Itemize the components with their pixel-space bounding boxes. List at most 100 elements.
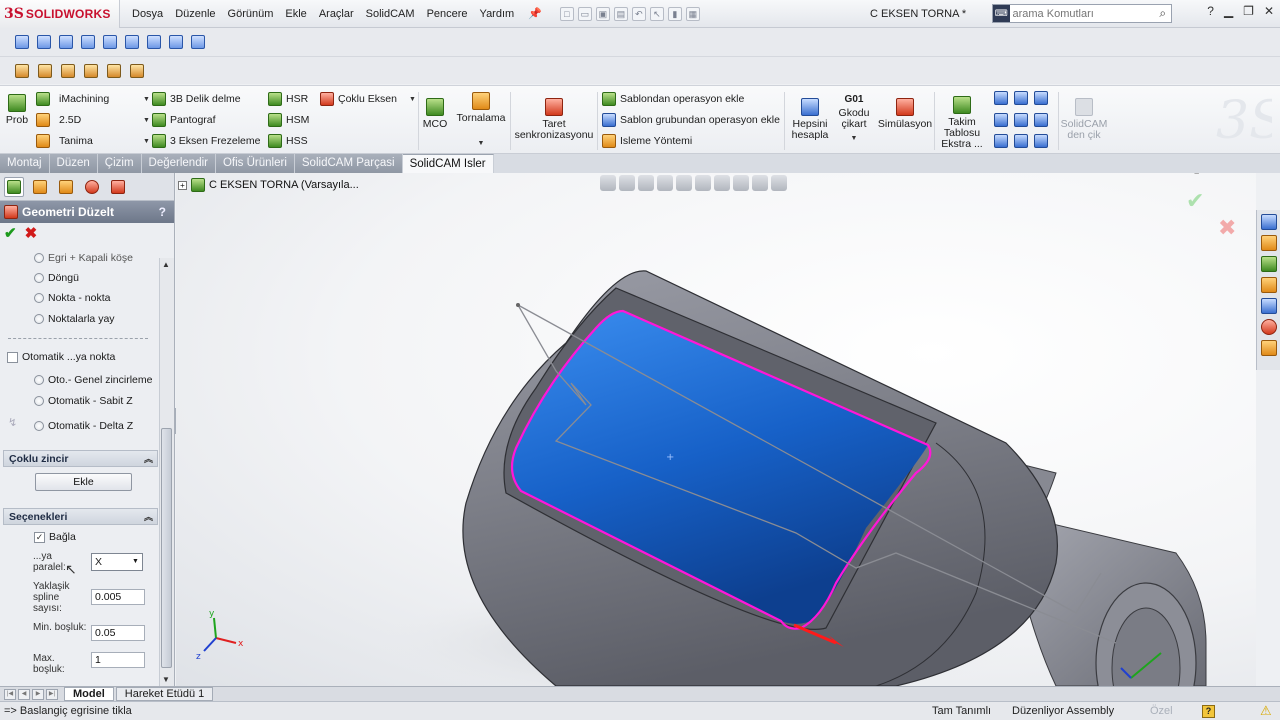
tab-ofis-urunleri[interactable]: Ofis Ürünleri — [215, 154, 295, 173]
design-library-icon[interactable] — [1260, 256, 1277, 272]
configuration-manager-tab[interactable] — [56, 177, 76, 197]
settings-icon[interactable] — [12, 61, 32, 81]
appearances-icon[interactable] — [1260, 319, 1277, 335]
first-tab-icon[interactable]: |◀ — [4, 688, 16, 700]
3-eksen-frezeleme-button[interactable]: 3 Eksen Frezeleme — [152, 134, 260, 148]
chevron-down-icon[interactable]: ▼ — [143, 138, 150, 145]
tab-solidcam-parcasi[interactable]: SolidCAM Parçasi — [294, 154, 403, 173]
checkbox[interactable] — [7, 351, 18, 363]
help-button[interactable]: ? — [159, 205, 166, 219]
post-icon[interactable] — [127, 61, 147, 81]
wrench-icon[interactable] — [35, 61, 55, 81]
status-units[interactable]: Özel — [1150, 705, 1173, 717]
radio-button[interactable] — [34, 421, 44, 431]
save-icon[interactable]: ▣ — [595, 6, 610, 21]
radio-button[interactable] — [34, 273, 44, 283]
hepsini-hesapla-button[interactable]: Hepsini hesapla — [788, 98, 832, 141]
solidcam-den-cik-button[interactable]: SolidCAM den çik — [1060, 98, 1108, 141]
ok-check-icon[interactable]: ✔ — [4, 224, 17, 242]
radio-button[interactable] — [34, 314, 44, 324]
view-dimetric-icon[interactable] — [166, 32, 186, 52]
chevron-down-icon[interactable]: ▼ — [478, 138, 485, 149]
graphics-viewport[interactable]: + C EKSEN TORNA (Varsayıla... ▭ ▯ ❐ ✕ — [176, 173, 1256, 686]
bagla-checkbox[interactable]: ✓ Bağla — [34, 531, 76, 543]
confirm-corner-ok-icon[interactable]: ✔ — [1186, 189, 1204, 214]
status-help-icon[interactable]: ? — [1202, 704, 1215, 718]
sablon-grubundan-operasyon-ekle-button[interactable]: Sablon grubundan operasyon ekle — [602, 113, 780, 127]
menu-solidcam[interactable]: SolidCAM — [360, 8, 421, 20]
simulasyon-button[interactable]: Simülasyon — [878, 98, 932, 130]
radio-button[interactable] — [34, 293, 44, 303]
imachining-button[interactable]: iMachining ▼ — [36, 92, 150, 106]
view-bottom-icon[interactable] — [122, 32, 142, 52]
minimize-icon[interactable]: ▁ — [1224, 4, 1233, 18]
tab-model[interactable]: Model — [64, 687, 114, 701]
pantograf-button[interactable]: Pantograf — [152, 113, 216, 127]
menu-duzenle[interactable]: Düzenle — [169, 8, 221, 20]
tool-library-icon[interactable] — [58, 61, 78, 81]
command-search[interactable]: ⌨ ⌕ — [992, 4, 1172, 23]
yaklasik-spline-input[interactable]: 0.005 — [91, 589, 145, 605]
chevron-down-icon[interactable]: ▼ — [143, 117, 150, 124]
radio-button[interactable] — [34, 375, 44, 385]
taret-senkronizasyonu-button[interactable]: Taret senkronizasyonu — [514, 98, 594, 141]
3b-delik-delme-button[interactable]: 3B Delik delme — [152, 92, 241, 106]
search-input[interactable] — [1009, 7, 1155, 20]
view-cube-icon[interactable] — [994, 134, 1008, 148]
option-noktalarla-yay[interactable]: Noktalarla yay — [34, 313, 115, 325]
option-otomatik-delta-z[interactable]: Otomatik - Delta Z — [34, 420, 133, 432]
solidworks-logo[interactable]: 3S SOLIDWORKS — [0, 0, 120, 28]
2-5d-button[interactable]: 2.5D ▼ — [36, 113, 150, 127]
view-cube-icon[interactable] — [994, 113, 1008, 127]
view-cube-icon[interactable] — [1034, 91, 1048, 105]
coklu-zincir-group-header[interactable]: Çoklu zincir ︽ — [3, 450, 158, 467]
menu-pencere[interactable]: Pencere — [421, 8, 474, 20]
option-oto-genel-zincirleme[interactable]: Oto.- Genel zincirleme — [34, 374, 152, 386]
view-trimetric-icon[interactable] — [188, 32, 208, 52]
min-bosluk-input[interactable]: 0.05 — [91, 625, 145, 641]
material-icon[interactable] — [104, 61, 124, 81]
isleme-yontemi-button[interactable]: Isleme Yöntemi — [602, 134, 692, 148]
mco-button[interactable]: MCO — [422, 98, 448, 130]
help-icon[interactable]: ? — [1207, 4, 1214, 18]
pin-icon[interactable]: 📌 — [522, 7, 548, 20]
hsr-button[interactable]: HSR — [268, 92, 308, 106]
options-icon[interactable]: ▦ — [685, 6, 700, 21]
tornalama-button[interactable]: Tornalama ▼ — [456, 92, 506, 149]
menu-araclar[interactable]: Araçlar — [313, 8, 360, 20]
undo-icon[interactable]: ↶ — [631, 6, 646, 21]
view-cube-icon[interactable] — [994, 91, 1008, 105]
select-icon[interactable]: ↖ — [649, 6, 664, 21]
cancel-x-icon[interactable]: ✖ — [25, 224, 38, 242]
property-manager-tab[interactable] — [30, 177, 50, 197]
scroll-up-icon[interactable]: ▲ — [162, 260, 170, 269]
menu-yardim[interactable]: Yardım — [474, 8, 521, 20]
tab-solidcam-isler[interactable]: SolidCAM Isler — [402, 154, 494, 174]
view-top-icon[interactable] — [100, 32, 120, 52]
hss-button[interactable]: HSS — [268, 134, 308, 148]
close-icon[interactable]: ✕ — [1264, 4, 1274, 18]
custom-properties-icon[interactable] — [1260, 340, 1277, 356]
prev-tab-icon[interactable]: ◀ — [18, 688, 30, 700]
tab-duzen[interactable]: Düzen — [49, 154, 98, 173]
chevron-down-icon[interactable]: ▼ — [129, 554, 142, 570]
view-back-icon[interactable] — [34, 32, 54, 52]
prob-button[interactable]: Prob — [5, 94, 29, 126]
radio-button[interactable] — [34, 396, 44, 406]
takim-tablosu-button[interactable]: Takim Tablosu Ekstra ... — [938, 96, 986, 150]
tab-degerlendir[interactable]: Değerlendir — [141, 154, 216, 173]
feature-manager-tab[interactable] — [4, 176, 24, 197]
tab-cizim[interactable]: Çizim — [97, 154, 142, 173]
max-bosluk-input[interactable]: 1 — [91, 652, 145, 668]
last-tab-icon[interactable]: ▶| — [46, 688, 58, 700]
tanima-button[interactable]: Tanima ▼ — [36, 134, 150, 148]
view-cube-icon[interactable] — [1034, 134, 1048, 148]
coklu-eksen-button[interactable]: Çoklu Eksen ▼ — [320, 92, 416, 106]
otomatik-nokta-checkbox[interactable]: Otomatik ...ya nokta — [7, 351, 115, 363]
confirm-corner-cancel-icon[interactable]: ✖ — [1218, 216, 1236, 241]
chevron-down-icon[interactable]: ▼ — [143, 96, 150, 103]
tab-hareket-etudu[interactable]: Hareket Etüdü 1 — [115, 687, 214, 701]
option-otomatik-sabit-z[interactable]: Otomatik - Sabit Z — [34, 395, 133, 407]
new-icon[interactable]: □ — [559, 6, 574, 21]
ekle-button[interactable]: Ekle — [35, 473, 132, 491]
